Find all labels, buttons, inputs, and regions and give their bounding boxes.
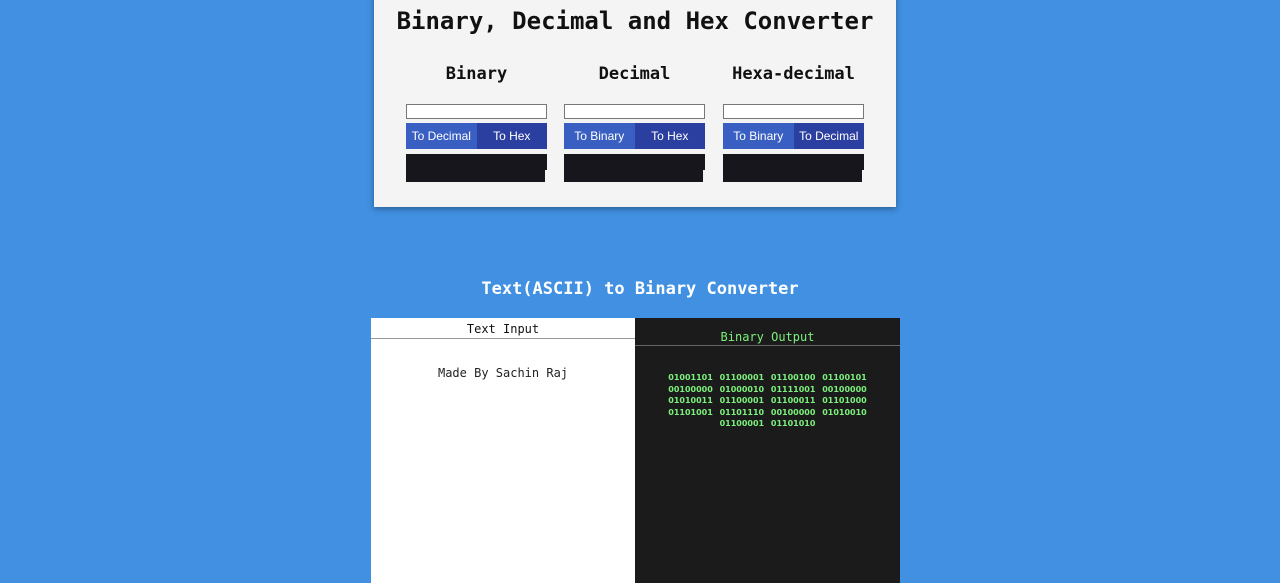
hex-result-output — [723, 154, 864, 182]
decimal-input[interactable] — [564, 104, 705, 119]
converter-title: Binary, Decimal and Hex Converter — [396, 7, 874, 35]
binary-button-row: To Decimal To Hex — [406, 123, 547, 149]
text-input-header: Text Input — [371, 318, 635, 339]
decimal-result-text — [564, 161, 568, 174]
decimal-output-scroll-notch — [703, 170, 705, 182]
binary-to-decimal-button[interactable]: To Decimal — [406, 123, 477, 149]
text-converter-title: Text(ASCII) to Binary Converter — [481, 279, 799, 299]
binary-column: Binary To Decimal To Hex — [406, 64, 547, 182]
decimal-heading: Decimal — [598, 64, 671, 84]
binary-heading: Binary — [445, 64, 508, 84]
hex-output-scroll-notch — [862, 170, 864, 182]
binary-input[interactable] — [406, 104, 547, 119]
binary-output-header: Binary Output — [635, 318, 900, 346]
hex-button-row: To Binary To Decimal — [723, 123, 864, 149]
hex-heading: Hexa-decimal — [732, 64, 855, 84]
binary-output-scroll-notch — [545, 170, 547, 182]
decimal-to-hex-button[interactable]: To Hex — [634, 123, 705, 149]
decimal-result-output — [564, 154, 705, 182]
binary-result-output — [406, 154, 547, 182]
decimal-column: Decimal To Binary To Hex — [564, 64, 705, 182]
binary-output-text: 01001101 01100001 01100100 01100101 0010… — [668, 373, 867, 428]
hex-result-text — [723, 161, 727, 174]
hex-to-decimal-button[interactable]: To Decimal — [793, 123, 864, 149]
text-input-panel: Text Input Made By Sachin Raj — [371, 318, 635, 583]
binary-to-hex-button[interactable]: To Hex — [476, 123, 547, 149]
decimal-button-row: To Binary To Hex — [564, 123, 705, 149]
hex-input[interactable] — [723, 104, 864, 119]
decimal-to-binary-button[interactable]: To Binary — [564, 123, 635, 149]
text-input-area[interactable]: Made By Sachin Raj — [371, 339, 635, 583]
converter-card: Binary, Decimal and Hex Converter Binary… — [374, 0, 896, 207]
binary-result-text — [406, 161, 410, 174]
hex-to-binary-button[interactable]: To Binary — [723, 123, 794, 149]
binary-output-panel: Binary Output 01001101 01100001 01100100… — [635, 318, 900, 583]
hex-column: Hexa-decimal To Binary To Decimal — [723, 64, 864, 182]
